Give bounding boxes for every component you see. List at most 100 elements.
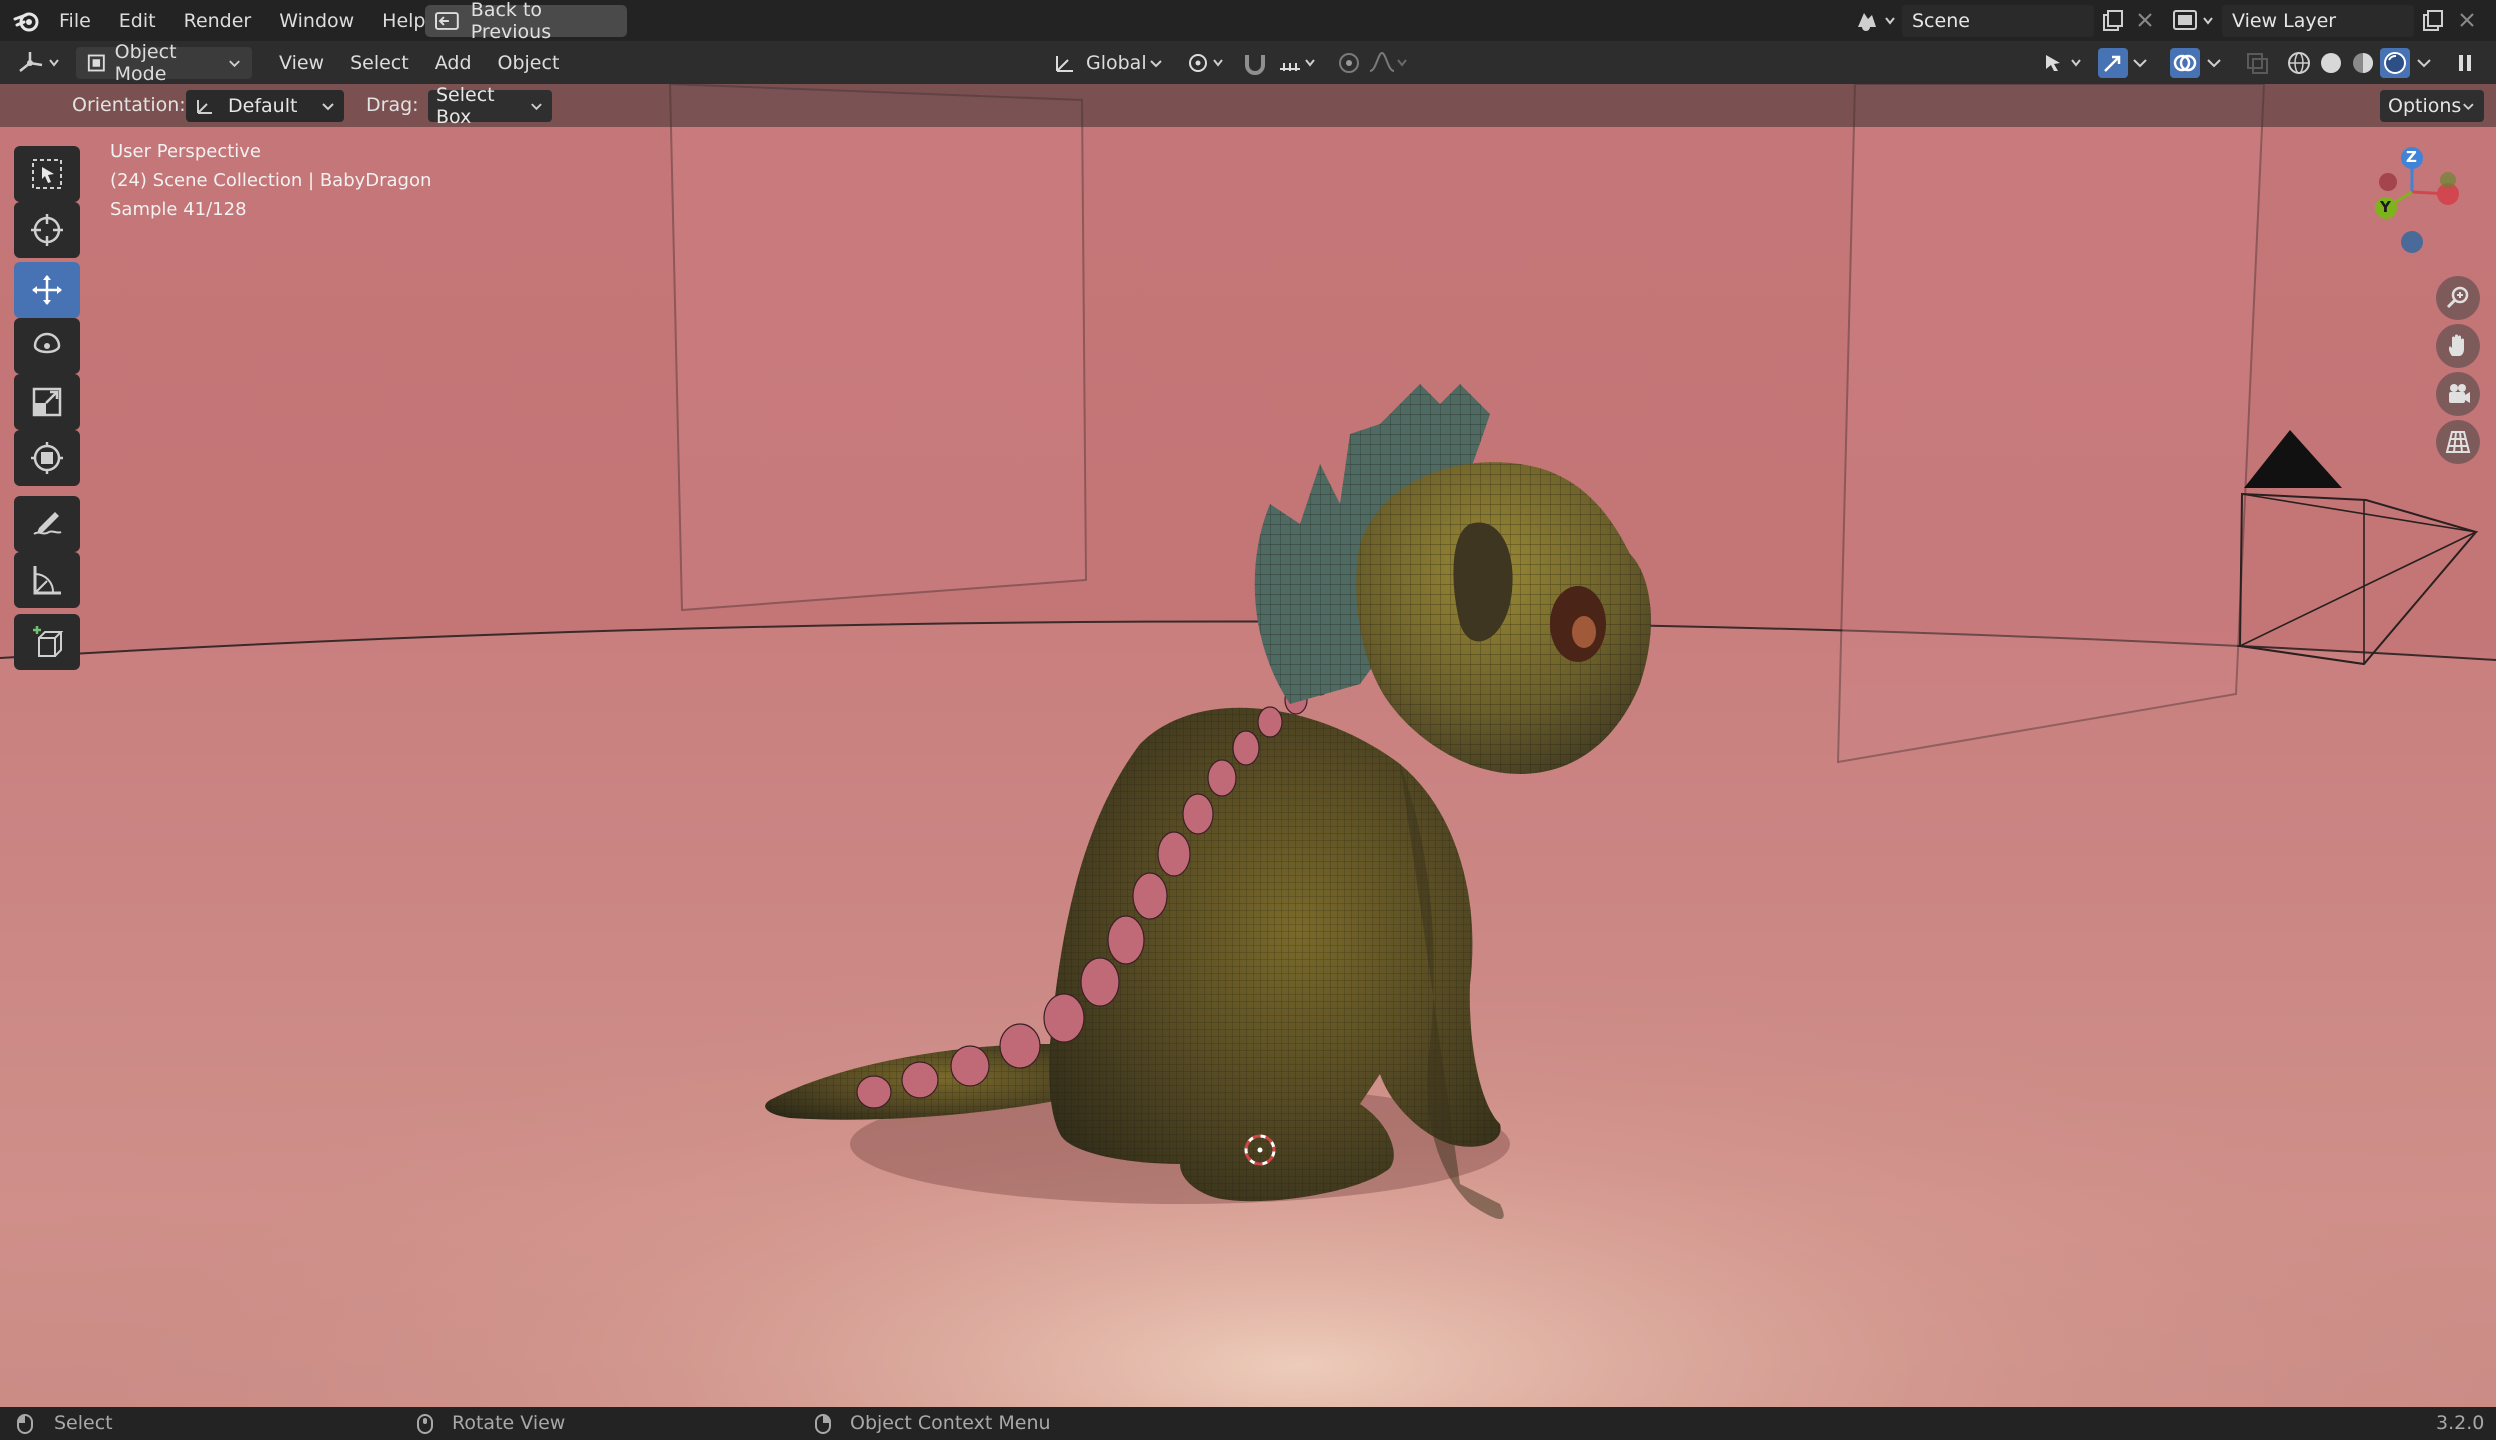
xray-icon: [2247, 53, 2268, 74]
orientation-value: Default: [228, 95, 298, 117]
annotate-tool[interactable]: [14, 496, 80, 552]
menu-object[interactable]: Object: [485, 52, 573, 74]
wireframe-shading-button[interactable]: [2284, 48, 2314, 78]
pivot-icon: [1189, 54, 1223, 72]
scene-name: Scene: [1912, 10, 1970, 32]
gizmo-toggle[interactable]: [2098, 48, 2128, 78]
object-mode-dropdown[interactable]: Object Mode: [76, 41, 252, 85]
blender-logo-icon[interactable]: [12, 6, 42, 36]
drag-label: Drag:: [366, 94, 419, 116]
snap-target-dropdown[interactable]: [1276, 49, 1324, 77]
material-sphere-icon: [2353, 53, 2373, 73]
perspective-grid-icon: [2445, 431, 2471, 453]
viewport-header: Object Mode View Select Add Object Globa…: [0, 41, 2496, 85]
scale-tool[interactable]: [14, 374, 80, 430]
chevron-down-icon: [229, 60, 240, 68]
snap-increment-icon: [1280, 59, 1315, 71]
solid-shading-button[interactable]: [2316, 48, 2346, 78]
overlays-icon: [2173, 54, 2197, 72]
transform-orientation-dropdown[interactable]: Global: [1042, 47, 1174, 79]
navigation-gizmo[interactable]: Z Y: [2356, 140, 2476, 260]
back-to-previous-button[interactable]: Back to Previous: [425, 0, 627, 43]
scene-browse-icon[interactable]: [1852, 5, 1900, 37]
pivot-point-dropdown[interactable]: [1186, 49, 1230, 77]
menu-window[interactable]: Window: [265, 0, 368, 41]
mouse-left-icon: [16, 1413, 34, 1435]
shading-dropdown[interactable]: [2414, 53, 2434, 73]
options-label: Options: [2388, 95, 2462, 117]
orientation-dropdown[interactable]: Default: [186, 90, 344, 122]
transform-icon: [31, 442, 63, 474]
options-dropdown[interactable]: Options: [2380, 90, 2484, 122]
view-layer-name-field[interactable]: View Layer: [2222, 5, 2414, 37]
gizmo-y-label: Y: [2380, 198, 2391, 216]
chevron-down-icon: [1150, 60, 1162, 68]
proportional-edit-icon: [1339, 53, 1359, 73]
status-select-label: Select: [54, 1412, 113, 1434]
chevron-down-icon: [2417, 59, 2431, 68]
3d-viewport[interactable]: User Perspective (24) Scene Collection |…: [0, 84, 2496, 1407]
hand-icon: [2448, 334, 2464, 356]
move-icon: [32, 275, 62, 305]
chevron-down-icon: [2207, 59, 2221, 68]
gizmo-dropdown[interactable]: [2130, 53, 2150, 73]
magnet-icon: [1245, 55, 1265, 75]
menu-render[interactable]: Render: [170, 0, 266, 41]
wireframe-sphere-icon: [2288, 52, 2310, 74]
falloff-curve-icon: [1369, 51, 1407, 72]
rendered-shading-button[interactable]: [2380, 48, 2410, 78]
pan-view-button[interactable]: [2436, 324, 2480, 368]
transform-orientation-label: Global: [1086, 52, 1147, 74]
version-label: 3.2.0: [2436, 1412, 2485, 1434]
rotate-tool[interactable]: [14, 318, 80, 374]
rotate-icon: [33, 332, 61, 354]
render-sample-label: Sample 41/128: [110, 199, 247, 220]
transform-tool[interactable]: [14, 430, 80, 486]
orientation-axes-icon: [197, 100, 212, 114]
chevron-down-icon: [322, 103, 334, 111]
snap-toggle[interactable]: [1240, 49, 1270, 77]
new-scene-icon[interactable]: [2100, 8, 2126, 34]
proportional-falloff-dropdown[interactable]: [1366, 49, 1414, 77]
back-icon: [435, 12, 459, 30]
select-box-tool[interactable]: [14, 146, 80, 202]
zoom-magnifier-icon: [2446, 286, 2469, 309]
measure-tool[interactable]: [14, 552, 80, 608]
mouse-middle-icon: [416, 1413, 434, 1435]
object-mode-icon: [87, 54, 105, 72]
remove-scene-icon[interactable]: [2134, 9, 2156, 31]
gizmo-icon: [2104, 55, 2121, 72]
measure-ruler-icon: [33, 566, 61, 595]
move-tool[interactable]: [14, 262, 80, 318]
editor-type-button[interactable]: [14, 47, 66, 79]
selectability-visibility-dropdown[interactable]: [2040, 49, 2090, 77]
cursor-tool[interactable]: [14, 202, 80, 258]
chevron-down-icon: [2463, 103, 2474, 111]
material-preview-button[interactable]: [2348, 48, 2378, 78]
menu-select[interactable]: Select: [337, 52, 422, 74]
scene-render: [0, 84, 2496, 1407]
view-layer-browse-icon[interactable]: [2170, 5, 2218, 37]
menu-edit[interactable]: Edit: [105, 0, 170, 41]
new-view-layer-icon[interactable]: [2420, 8, 2446, 34]
status-rotate-label: Rotate View: [452, 1412, 566, 1434]
pause-render-button[interactable]: [2450, 48, 2480, 78]
cursor-arrow-icon: [2046, 55, 2081, 71]
xray-toggle[interactable]: [2244, 50, 2270, 76]
menu-file[interactable]: File: [45, 0, 105, 41]
toggle-perspective-button[interactable]: [2436, 420, 2480, 464]
scene-name-field[interactable]: Scene: [1902, 5, 2094, 37]
zoom-view-button[interactable]: [2436, 276, 2480, 320]
camera-view-button[interactable]: [2436, 372, 2480, 416]
overlays-toggle[interactable]: [2170, 48, 2200, 78]
overlays-dropdown[interactable]: [2204, 53, 2224, 73]
add-cube-tool[interactable]: [14, 614, 80, 670]
solid-sphere-icon: [2321, 53, 2341, 73]
drag-dropdown[interactable]: Select Box: [428, 84, 552, 128]
menu-add[interactable]: Add: [422, 52, 485, 74]
remove-view-layer-icon[interactable]: [2456, 9, 2478, 31]
scale-icon: [32, 387, 62, 417]
object-mode-label: Object Mode: [114, 41, 177, 85]
menu-view[interactable]: View: [266, 52, 337, 74]
proportional-editing-toggle[interactable]: [1336, 49, 1362, 77]
